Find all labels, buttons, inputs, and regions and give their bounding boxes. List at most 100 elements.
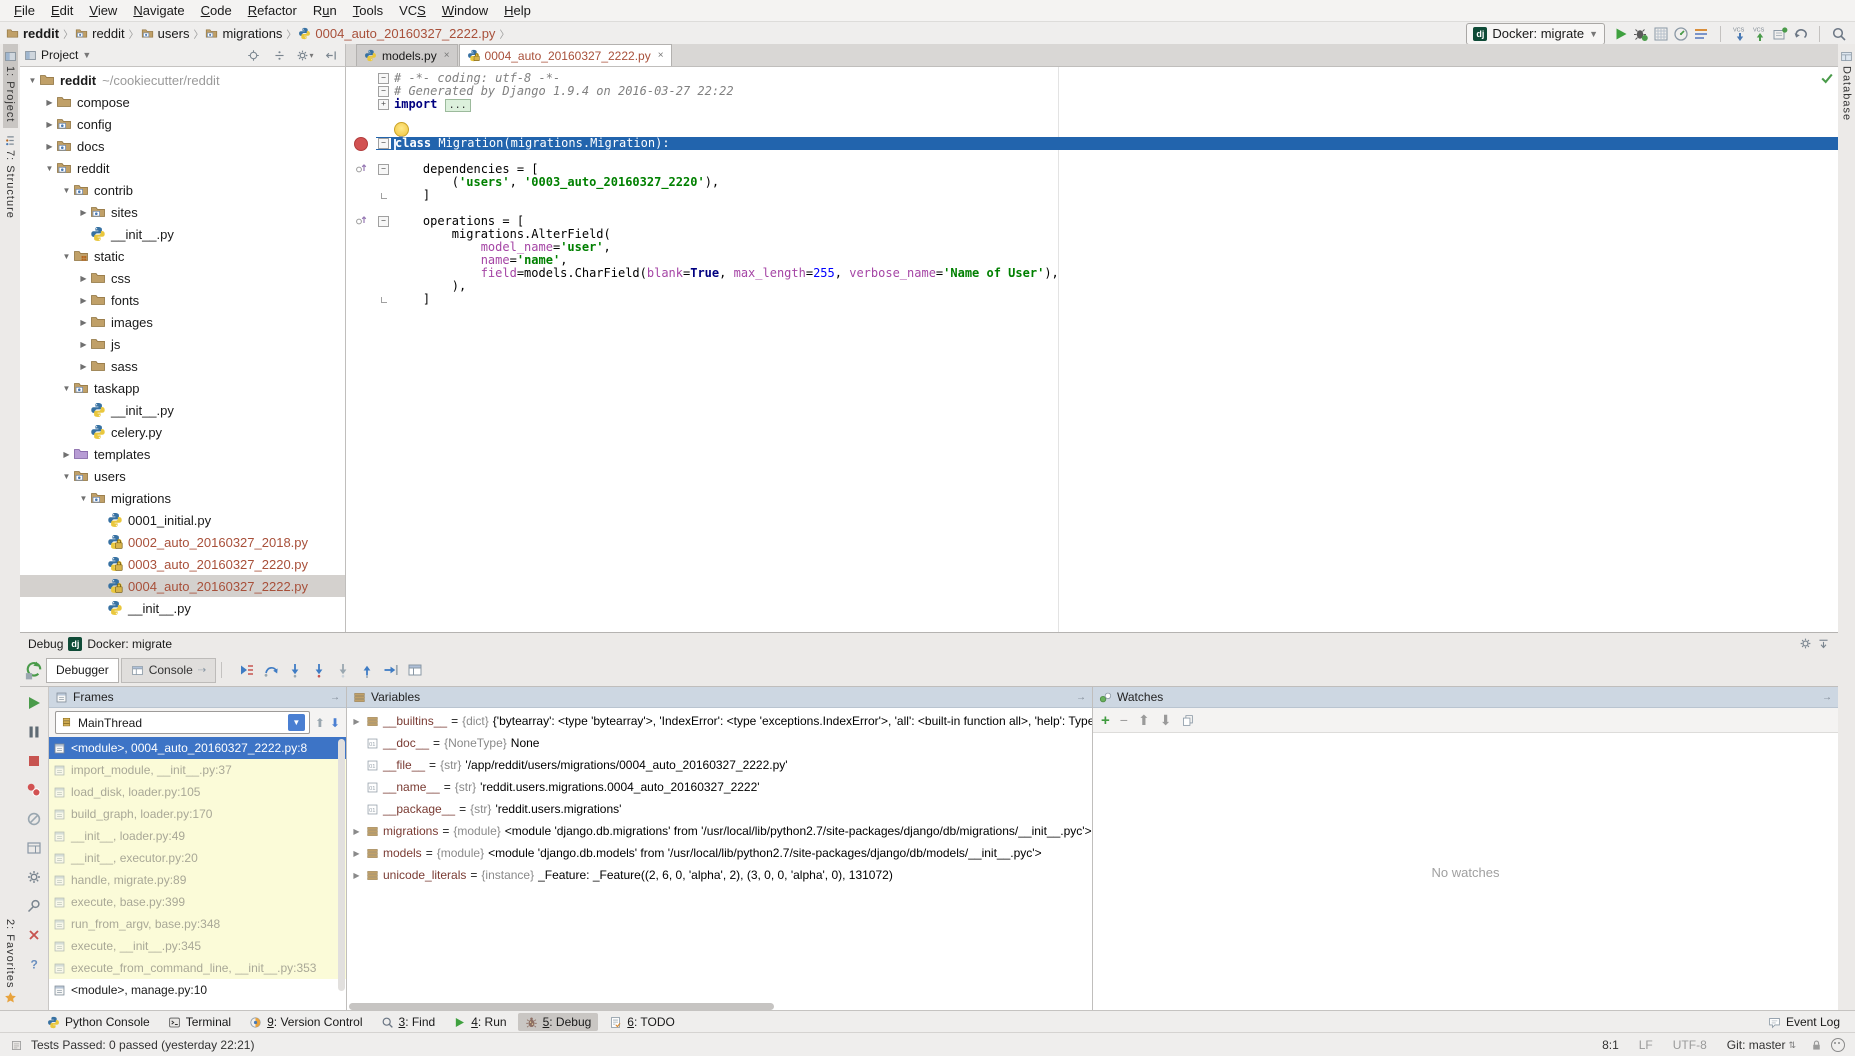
code-line[interactable]: ('users', '0003_auto_20160327_2220'), (346, 176, 1838, 189)
tree-toggle-icon[interactable]: ▼ (60, 472, 73, 481)
help-button[interactable]: ? (24, 954, 44, 974)
frame-row[interactable]: execute, base.py:399 (49, 891, 346, 913)
debug-tab-console[interactable]: Console⇢ (121, 658, 216, 683)
tree-item[interactable]: __init__.py (20, 399, 345, 421)
tree-item[interactable]: ▼users (20, 465, 345, 487)
tree-toggle-icon[interactable]: ▶ (43, 142, 56, 151)
editor-tab[interactable]: 0004_auto_20160327_2222.py× (459, 44, 672, 66)
tool-window-button-5-debug[interactable]: 5: Debug (518, 1013, 599, 1031)
tree-item[interactable]: 0003_auto_20160327_2220.py (20, 553, 345, 575)
gear-icon[interactable] (1799, 637, 1812, 650)
menu-item-vcs[interactable]: VCS (391, 1, 434, 20)
tree-item[interactable]: 0002_auto_20160327_2018.py (20, 531, 345, 553)
frame-row[interactable]: build_graph, loader.py:170 (49, 803, 346, 825)
view-changes-button[interactable] (1691, 24, 1711, 44)
smart-step-into-button[interactable] (333, 660, 353, 680)
variable-row[interactable]: 01__file__ = {str} '/app/reddit/users/mi… (347, 754, 1092, 776)
menu-item-help[interactable]: Help (496, 1, 539, 20)
frame-row[interactable]: execute, __init__.py:345 (49, 935, 346, 957)
frame-row[interactable]: __init__, executor.py:20 (49, 847, 346, 869)
tree-item[interactable]: ▼reddit (20, 157, 345, 179)
stop-button[interactable] (24, 751, 44, 771)
frame-row[interactable]: run_from_argv, base.py:348 (49, 913, 346, 935)
variable-row[interactable]: ▶__builtins__ = {dict} {'bytearray': <ty… (347, 710, 1092, 732)
layout-settings-button[interactable] (405, 660, 425, 680)
editor-gutter[interactable] (346, 137, 376, 151)
menu-item-refactor[interactable]: Refactor (240, 1, 305, 20)
tree-item[interactable]: ▼reddit ~/cookiecutter/reddit (20, 69, 345, 91)
run-with-coverage-button[interactable] (1651, 24, 1671, 44)
fold-marker[interactable]: − (376, 216, 391, 227)
code-line[interactable]: ), (346, 280, 1838, 293)
menu-item-code[interactable]: Code (193, 1, 240, 20)
step-out-button[interactable] (357, 660, 377, 680)
fold-marker[interactable] (376, 297, 391, 303)
frame-row[interactable]: execute_from_command_line, __init__.py:3… (49, 957, 346, 979)
fold-marker[interactable] (376, 193, 391, 199)
variable-row[interactable]: 01__doc__ = {NoneType} None (347, 732, 1092, 754)
close-button[interactable] (24, 925, 44, 945)
fold-marker[interactable]: − (376, 73, 391, 84)
tree-item[interactable]: ▶sites (20, 201, 345, 223)
tree-item[interactable]: __init__.py (20, 597, 345, 619)
tree-item[interactable]: __init__.py (20, 223, 345, 245)
breadcrumb-item[interactable]: reddit (6, 26, 59, 41)
breadcrumb-item[interactable]: users (141, 26, 190, 41)
run-button[interactable] (1611, 24, 1631, 44)
thread-select[interactable]: MainThread ▼ (55, 711, 310, 734)
thread-dropdown-button[interactable]: ▼ (288, 714, 305, 731)
tree-item[interactable]: ▶sass (20, 355, 345, 377)
tree-toggle-icon[interactable]: ▶ (77, 208, 90, 217)
tree-toggle-icon[interactable]: ▼ (60, 384, 73, 393)
tree-toggle-icon[interactable]: ▶ (77, 274, 90, 283)
breadcrumb-item[interactable]: migrations (205, 26, 282, 41)
tree-item[interactable]: ▶js (20, 333, 345, 355)
add-watch-icon[interactable]: + (1101, 712, 1110, 729)
hide-button[interactable] (321, 45, 341, 65)
variable-expand-icon[interactable]: ▶ (351, 871, 362, 880)
frame-up-icon[interactable]: ⬆ (315, 716, 325, 730)
code-line[interactable]: −class Migration(migrations.Migration): (346, 137, 1838, 150)
breadcrumb-item[interactable]: reddit (75, 26, 125, 41)
variable-expand-icon[interactable]: ▶ (351, 717, 362, 726)
variable-expand-icon[interactable]: ▶ (351, 849, 362, 858)
tree-toggle-icon[interactable]: ▶ (77, 318, 90, 327)
tool-stripe-button-database[interactable]: Database (1839, 44, 1854, 127)
frame-down-icon[interactable]: ⬇ (330, 716, 340, 730)
code-line[interactable]: field=models.CharField(blank=True, max_l… (346, 267, 1838, 280)
close-tab-icon[interactable]: × (444, 50, 450, 61)
menu-item-edit[interactable]: Edit (43, 1, 81, 20)
lock-icon[interactable] (1810, 1039, 1823, 1052)
debug-tab-debugger[interactable]: Debugger (46, 658, 119, 683)
tree-item[interactable]: ▶fonts (20, 289, 345, 311)
tree-item[interactable]: ▶compose (20, 91, 345, 113)
undo-button[interactable] (1790, 24, 1810, 44)
variable-row[interactable]: 01__name__ = {str} 'reddit.users.migrati… (347, 776, 1092, 798)
tree-toggle-icon[interactable]: ▼ (77, 494, 90, 503)
variable-row[interactable]: ▶migrations = {module} <module 'django.d… (347, 820, 1092, 842)
menu-item-tools[interactable]: Tools (345, 1, 391, 20)
step-over-button[interactable] (261, 660, 281, 680)
variable-expand-icon[interactable]: ▶ (351, 827, 362, 836)
line-separator-indicator[interactable]: LF (1633, 1038, 1659, 1052)
tool-window-button-event-log[interactable]: Event Log (1761, 1013, 1847, 1031)
code-line[interactable]: model_name='user', (346, 241, 1838, 254)
tree-toggle-icon[interactable]: ▶ (77, 296, 90, 305)
hector-notifications-icon[interactable] (1831, 1038, 1845, 1052)
tool-stripe-button-7-structure[interactable]: 7: Structure (3, 128, 18, 225)
tool-stripe-button-2-favorites[interactable]: 2: Favorites (3, 913, 18, 1010)
fold-marker[interactable]: − (376, 86, 391, 97)
profiler-button[interactable] (1671, 24, 1691, 44)
tree-toggle-icon[interactable]: ▼ (43, 164, 56, 173)
tree-toggle-icon[interactable]: ▼ (26, 76, 39, 85)
frame-row[interactable]: <module>, manage.py:10 (49, 979, 346, 1001)
project-panel-title[interactable]: Project ▼ (24, 48, 91, 62)
tree-toggle-icon[interactable]: ▼ (60, 186, 73, 195)
move-down-icon[interactable]: ⬇ (1160, 712, 1172, 729)
force-step-into-button[interactable] (309, 660, 329, 680)
tree-item[interactable]: ▼contrib (20, 179, 345, 201)
tree-item[interactable]: ▶templates (20, 443, 345, 465)
show-execution-point-button[interactable] (237, 660, 257, 680)
step-into-button[interactable] (285, 660, 305, 680)
tree-item[interactable]: ▼taskapp (20, 377, 345, 399)
